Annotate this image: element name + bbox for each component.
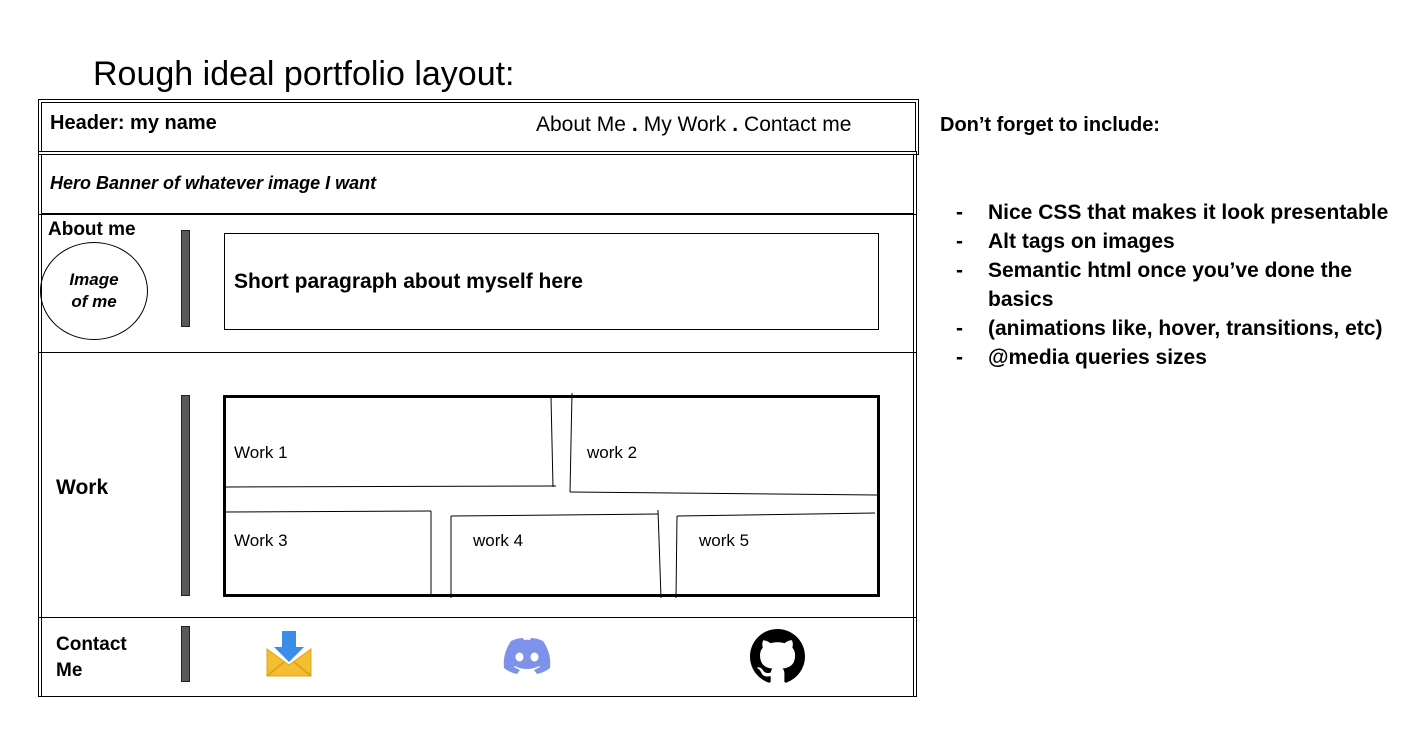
discord-icon[interactable] [503,638,551,674]
checklist-item-text: Alt tags on images [988,230,1175,253]
contact-divider-bar [181,626,190,682]
contact-label-line2: Me [56,660,83,681]
work-item-2[interactable]: work 2 [587,443,637,463]
checklist-item: - Nice CSS that makes it look presentabl… [956,198,1406,227]
checklist-item: - Semantic html once you’ve done the bas… [956,256,1406,314]
contact-label: Contact Me [56,632,127,684]
contact-label-line1: Contact [56,634,127,655]
checklist: - Nice CSS that makes it look presentabl… [956,198,1406,372]
bullet-dash: - [956,230,963,253]
work-item-1[interactable]: Work 1 [234,443,288,463]
checklist-item-text: @media queries sizes [988,346,1207,369]
checklist-item-text: Nice CSS that makes it look presentable [988,201,1389,224]
checklist-item: - (animations like, hover, transitions, … [956,314,1406,343]
checklist-item: - Alt tags on images [956,227,1406,256]
checklist-item-text: Semantic html once you’ve done the basic… [988,259,1353,311]
github-icon[interactable] [750,629,805,684]
work-item-5[interactable]: work 5 [699,531,749,551]
work-item-3[interactable]: Work 3 [234,531,288,551]
email-download-icon[interactable] [264,629,314,679]
checklist-item-text: (animations like, hover, transitions, et… [988,317,1383,340]
checklist-item: - @media queries sizes [956,343,1406,372]
bullet-dash: - [956,259,963,282]
bullet-dash: - [956,346,963,369]
bullet-dash: - [956,201,963,224]
checklist-title: Don’t forget to include: [940,114,1160,136]
bullet-dash: - [956,317,963,340]
work-item-4[interactable]: work 4 [473,531,523,551]
